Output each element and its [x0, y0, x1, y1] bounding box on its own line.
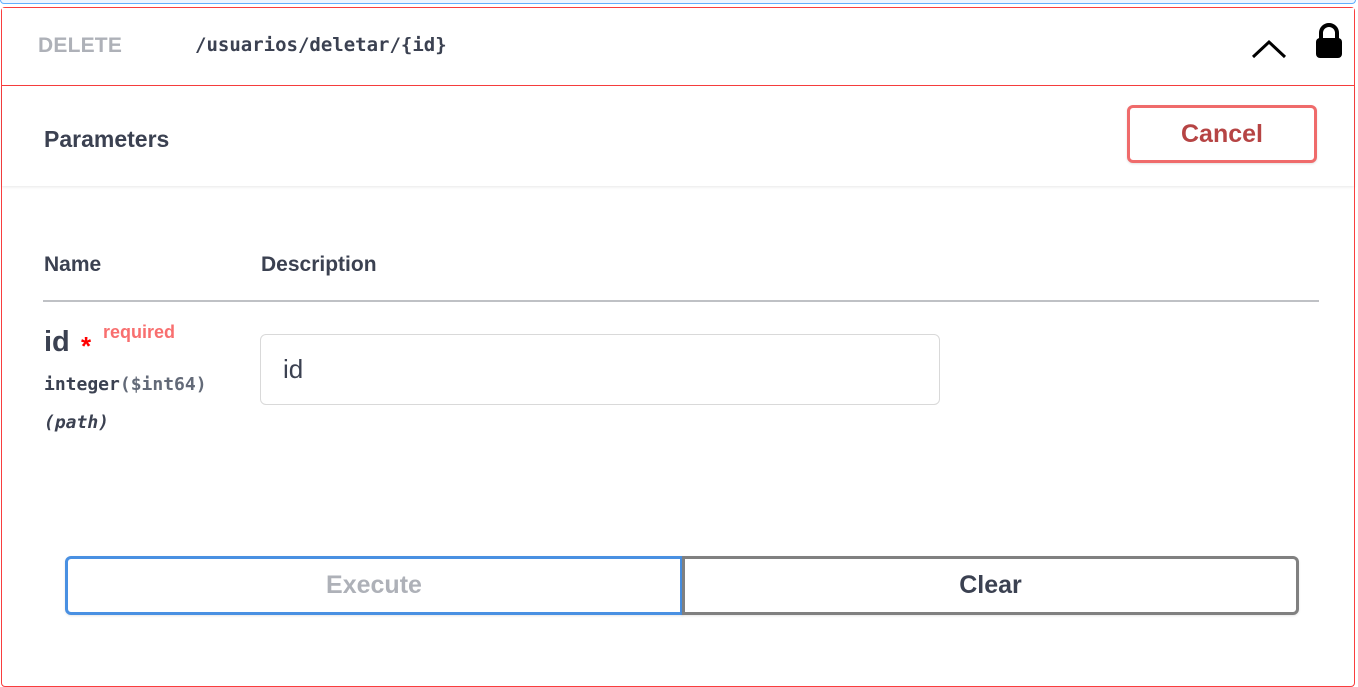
clear-button[interactable]: Clear [682, 556, 1299, 615]
parameters-section-header: Parameters Cancel [2, 86, 1354, 186]
column-header-name: Name [44, 253, 102, 276]
http-method-badge: DELETE [38, 34, 123, 57]
operation-block-delete: DELETE /usuarios/deletar/{id} Parameters… [1, 7, 1355, 687]
parameter-name: id [44, 326, 70, 358]
cancel-button[interactable]: Cancel [1127, 105, 1317, 163]
table-header-divider [43, 300, 1319, 302]
chevron-up-icon[interactable] [1249, 32, 1289, 67]
endpoint-path: /usuarios/deletar/{id} [195, 34, 447, 56]
required-star: * [81, 331, 92, 361]
parameter-location: (path) [44, 412, 110, 433]
parameter-format: ($int64) [119, 374, 207, 395]
previous-operation-edge [0, 0, 1356, 4]
column-header-description: Description [261, 253, 377, 276]
operation-summary[interactable]: DELETE /usuarios/deletar/{id} [2, 8, 1354, 86]
parameters-title: Parameters [44, 126, 170, 152]
execute-button[interactable]: Execute [65, 556, 683, 615]
id-input[interactable] [260, 334, 940, 405]
lock-icon[interactable] [1312, 22, 1346, 67]
parameter-type: integer($int64) [44, 374, 207, 395]
required-label: required [103, 322, 176, 342]
parameter-type-name: integer [44, 374, 120, 395]
